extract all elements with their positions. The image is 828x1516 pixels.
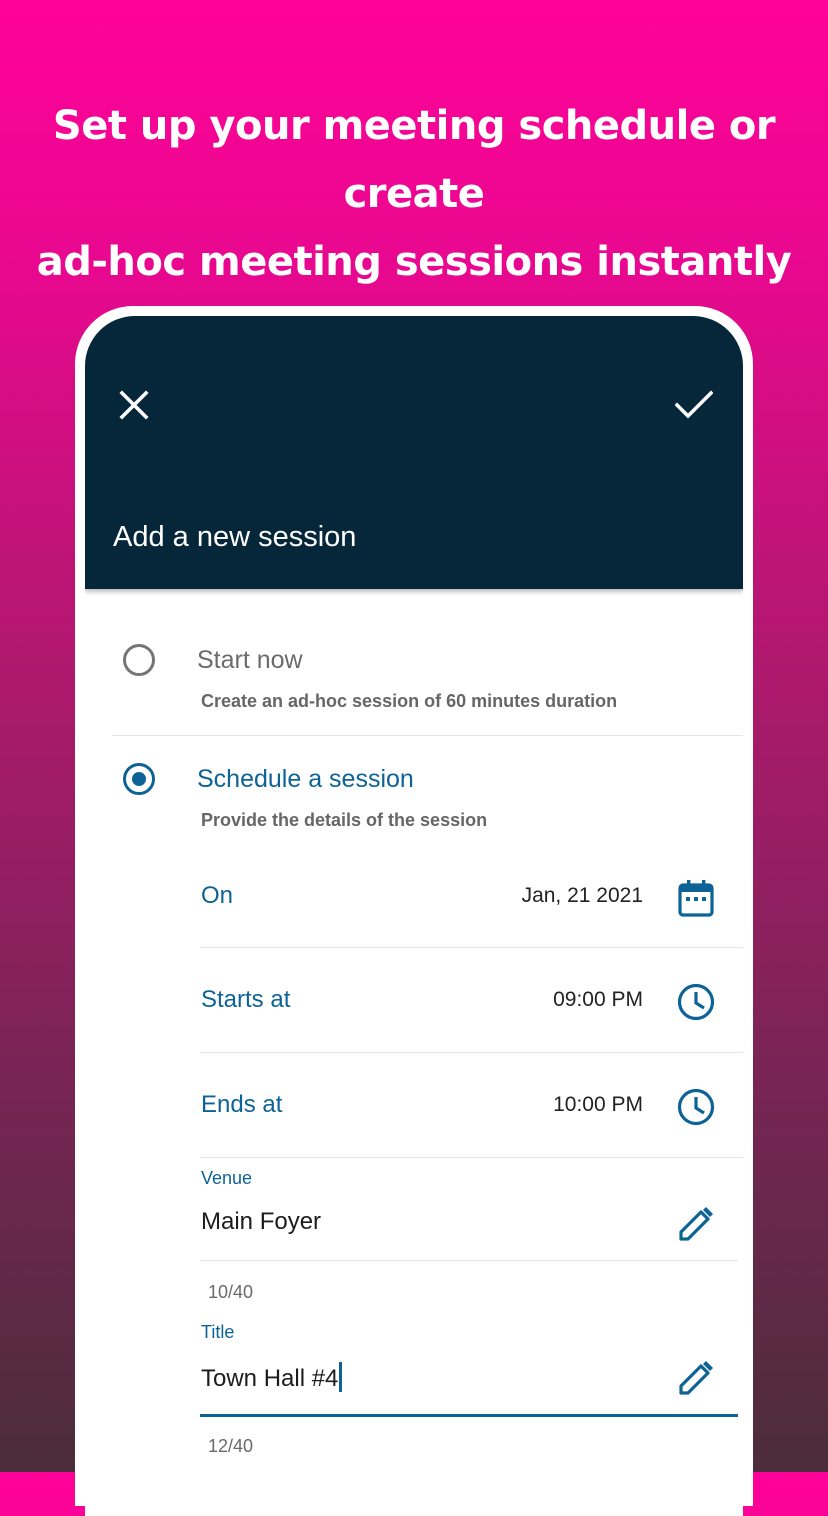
close-icon[interactable] [119, 390, 149, 420]
pencil-icon[interactable] [676, 1204, 716, 1244]
promo-headline: Set up your meeting schedule or create a… [0, 92, 828, 296]
headline-line-2: ad-hoc meeting sessions instantly [36, 239, 792, 285]
end-time-label: Ends at [201, 1091, 283, 1118]
venue-label: Venue [201, 1168, 253, 1188]
phone-screen: Add a new session Start now Create an ad… [85, 316, 743, 1516]
title-underline-focused [200, 1414, 738, 1417]
date-row[interactable]: On Jan, 21 2021 [200, 848, 743, 948]
title-counter: 12/40 [208, 1436, 254, 1456]
clock-icon[interactable] [676, 982, 716, 1022]
end-time-row[interactable]: Ends at 10:00 PM [200, 1053, 743, 1158]
venue-field[interactable]: Main Foyer [201, 1208, 321, 1236]
option-start-now[interactable]: Start now Create an ad-hoc session of 60… [85, 616, 743, 736]
calendar-icon[interactable] [676, 878, 716, 918]
venue-counter: 10/40 [208, 1282, 254, 1302]
title-field-text: Town Hall #4 [201, 1365, 339, 1392]
start-now-label: Start now [197, 646, 303, 674]
start-time-label: Starts at [201, 986, 291, 1013]
page-title: Add a new session [113, 521, 357, 553]
schedule-radio[interactable] [123, 763, 155, 795]
clock-icon[interactable] [676, 1087, 716, 1127]
option-schedule[interactable]: Schedule a session Provide the details o… [85, 736, 743, 846]
headline-line-1: Set up your meeting schedule or create [52, 103, 776, 217]
start-time-value: 09:00 PM [553, 988, 643, 1011]
start-now-radio[interactable] [123, 644, 155, 676]
schedule-description: Provide the details of the session [201, 810, 488, 830]
schedule-label: Schedule a session [197, 765, 414, 793]
date-label: On [201, 882, 234, 909]
check-icon[interactable] [675, 390, 713, 420]
title-label: Title [201, 1322, 235, 1342]
venue-underline [200, 1260, 738, 1261]
app-bar: Add a new session [85, 316, 743, 589]
end-time-divider [200, 1157, 743, 1158]
date-value: Jan, 21 2021 [521, 884, 643, 907]
phone-frame: Add a new session Start now Create an ad… [75, 306, 753, 1516]
end-time-value: 10:00 PM [553, 1093, 643, 1116]
start-time-row[interactable]: Starts at 09:00 PM [200, 948, 743, 1053]
pencil-icon[interactable] [676, 1358, 716, 1398]
title-field[interactable]: Town Hall #4 [201, 1362, 343, 1393]
text-cursor [339, 1362, 343, 1392]
start-now-description: Create an ad-hoc session of 60 minutes d… [201, 691, 618, 711]
